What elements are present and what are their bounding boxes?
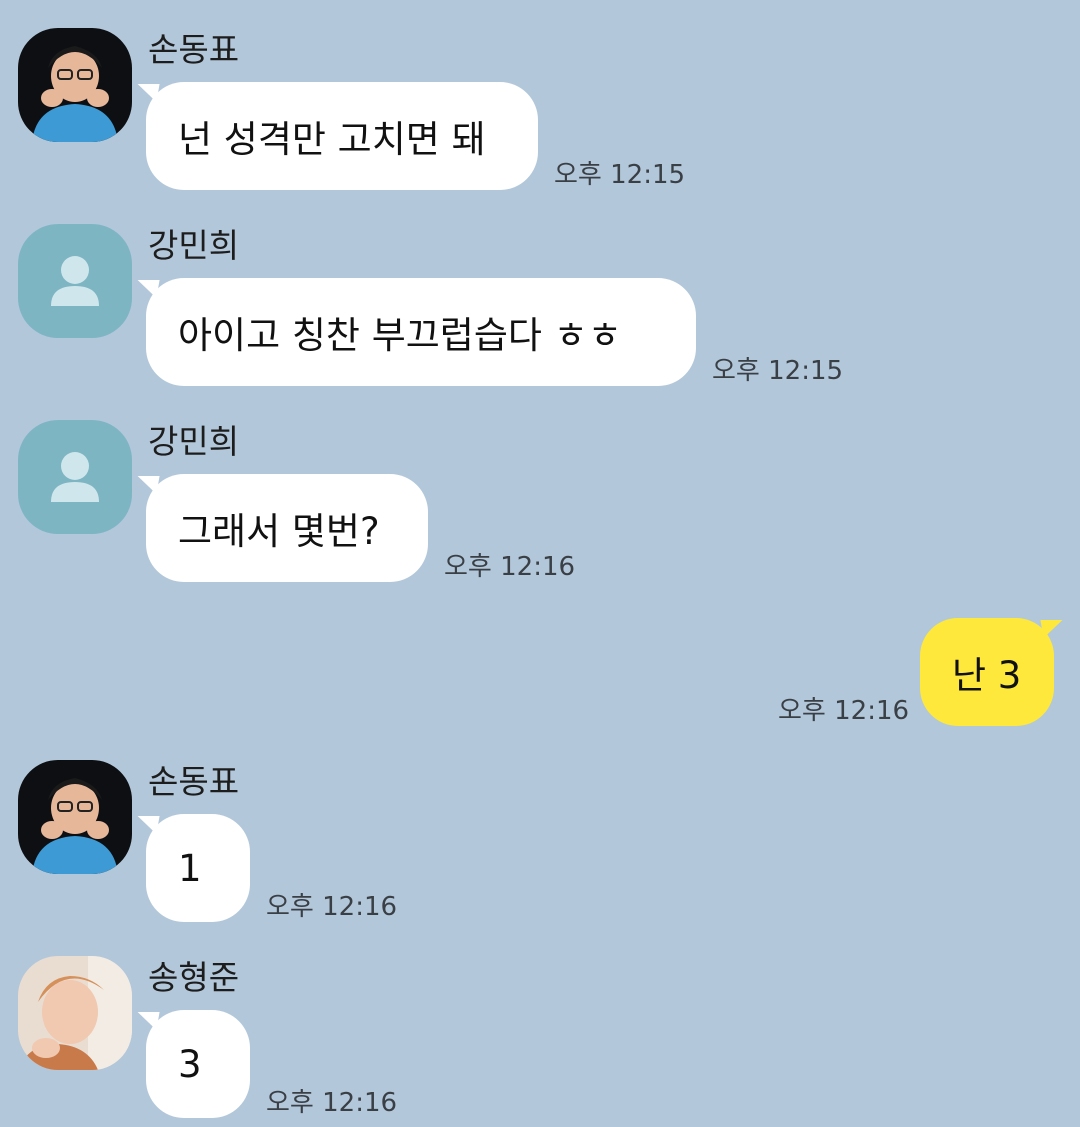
default-person-icon: [51, 452, 99, 502]
message-bubble[interactable]: 3: [146, 1010, 250, 1118]
message-text: 아이고 칭찬 부끄럽습다 ㅎㅎ: [178, 314, 622, 357]
person-photo-icon: [18, 760, 132, 874]
person-photo-icon: [18, 28, 132, 142]
sender-avatar[interactable]: [18, 224, 132, 338]
message-time: 오후 12:16: [266, 1088, 398, 1118]
sender-name: 손동표: [148, 30, 240, 69]
message-time: 오후 12:16: [778, 696, 910, 726]
sender-avatar[interactable]: [18, 28, 132, 142]
sender-name: 강민희: [148, 422, 240, 461]
message-time: 오후 12:15: [712, 356, 844, 386]
message-bubble[interactable]: 1: [146, 814, 250, 922]
message-bubble[interactable]: 그래서 몇번?: [146, 474, 428, 582]
chat-view[interactable]: 손동표 넌 성격만 고치면 돼 오후 12:15 강민희 아이고 칭찬 부끄럽습…: [0, 0, 1080, 1127]
message-text: 그래서 몇번?: [178, 510, 380, 553]
message-text: 난 3: [952, 654, 1022, 697]
sender-avatar[interactable]: [18, 760, 132, 874]
sender-avatar[interactable]: [18, 420, 132, 534]
person-photo-icon: [18, 956, 132, 1070]
message-time: 오후 12:16: [444, 552, 576, 582]
message-time: 오후 12:16: [266, 892, 398, 922]
message-text: 1: [178, 846, 202, 890]
default-person-icon: [51, 256, 99, 306]
sender-name: 손동표: [148, 762, 240, 801]
message-text: 3: [178, 1042, 202, 1086]
message-text: 넌 성격만 고치면 돼: [178, 118, 486, 161]
my-message-bubble[interactable]: 난 3: [920, 618, 1054, 726]
sender-name: 송형준: [148, 958, 240, 997]
message-bubble[interactable]: 넌 성격만 고치면 돼: [146, 82, 538, 190]
message-bubble[interactable]: 아이고 칭찬 부끄럽습다 ㅎㅎ: [146, 278, 696, 386]
sender-name: 강민희: [148, 226, 240, 265]
sender-avatar[interactable]: [18, 956, 132, 1070]
message-time: 오후 12:15: [554, 160, 686, 190]
